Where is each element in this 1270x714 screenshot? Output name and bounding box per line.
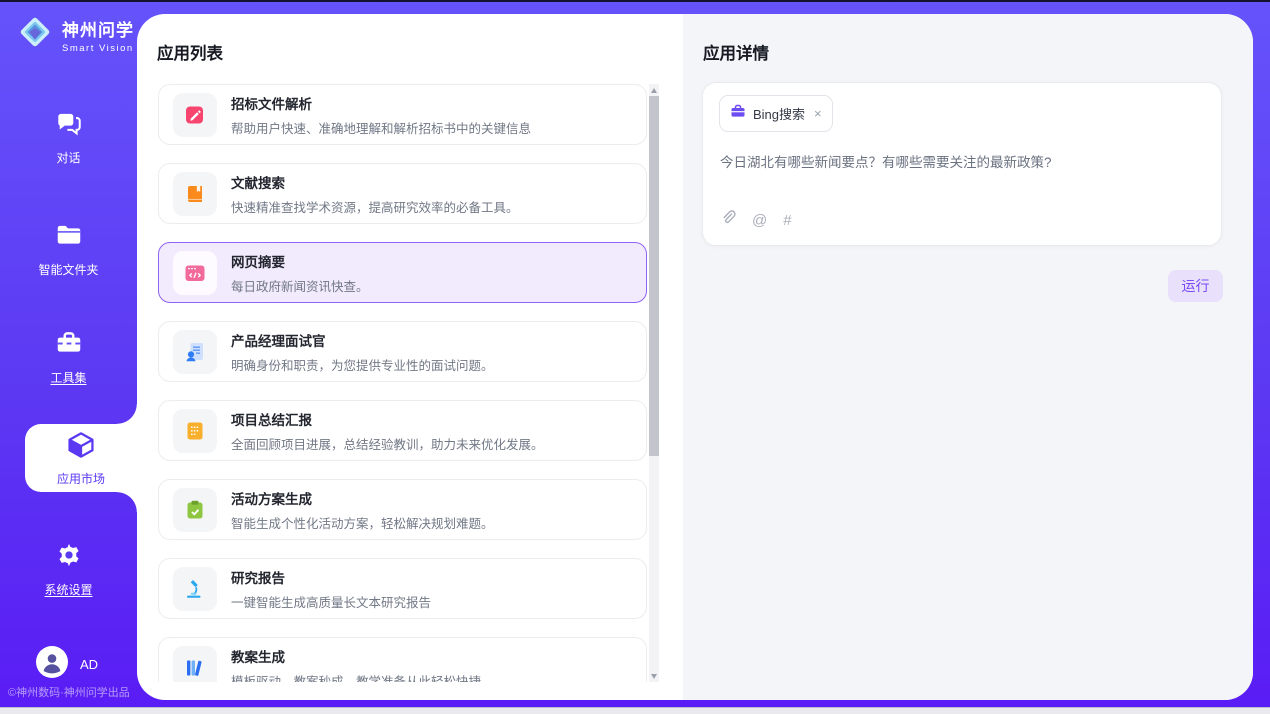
note-icon <box>173 409 217 453</box>
gear-icon <box>54 540 84 575</box>
app-card-literature-search[interactable]: 文献搜索 快速精准查找学术资源，提高研究效率的必备工具。 <box>158 163 647 224</box>
clipboard-check-icon <box>173 488 217 532</box>
active-item-notch-bottom <box>117 492 137 512</box>
chat-icon <box>54 108 84 143</box>
app-detail-panel: 应用详情 Bing搜索 × 今日湖北有哪些新闻要点？有哪些需要关注的最新政策? <box>683 14 1253 700</box>
app-card-title: 教案生成 <box>231 646 481 666</box>
sidebar-item-label: 智能文件夹 <box>38 261 98 278</box>
sidebar-item-label: 应用市场 <box>57 470 105 487</box>
scrollbar-thumb[interactable] <box>649 96 659 456</box>
app-card-desc: 明确身份和职责，为您提供专业性的面试问题。 <box>231 355 494 374</box>
toolbox-icon <box>54 328 84 363</box>
app-card-research-report[interactable]: 研究报告 一键智能生成高质量长文本研究报告 <box>158 558 647 619</box>
app-card-title: 网页摘要 <box>231 251 369 271</box>
app-card-title: 产品经理面试官 <box>231 330 494 350</box>
app-card-title: 文献搜索 <box>231 172 519 192</box>
query-composer[interactable]: Bing搜索 × 今日湖北有哪些新闻要点？有哪些需要关注的最新政策? @ # <box>702 82 1222 246</box>
app-card-title: 研究报告 <box>231 567 431 587</box>
brand-name: 神州问学 <box>62 16 134 41</box>
app-card-web-summary-selected[interactable]: 网页摘要 每日政府新闻资讯快查。 <box>158 242 647 303</box>
window-bottom-strip <box>0 707 1270 714</box>
app-card-desc: 帮助用户快速、准确地理解和解析招标书中的关键信息 <box>231 118 531 137</box>
window-top-edge <box>0 0 1270 2</box>
sidebar-item-label: 工具集 <box>50 369 86 386</box>
scroll-up-icon[interactable] <box>649 84 659 96</box>
user-name: AD <box>80 657 98 672</box>
sidebar-item-chat[interactable]: 对话 <box>0 108 137 166</box>
briefcase-icon <box>730 103 746 124</box>
composer-toolbar: @ # <box>720 209 792 231</box>
sidebar-item-smart-folder[interactable]: 智能文件夹 <box>0 220 137 278</box>
close-icon[interactable]: × <box>814 107 822 120</box>
books-icon <box>173 646 217 683</box>
app-card-desc: 快速精准查找学术资源，提高研究效率的必备工具。 <box>231 197 519 216</box>
tool-chip-bing-search[interactable]: Bing搜索 × <box>719 95 833 132</box>
sidebar-item-label: 系统设置 <box>44 581 92 598</box>
sidebar-item-toolset[interactable]: 工具集 <box>0 328 137 386</box>
run-button[interactable]: 运行 <box>1168 270 1223 302</box>
app-detail-title: 应用详情 <box>703 40 769 64</box>
sidebar-item-app-market-active[interactable]: 应用市场 <box>25 424 137 492</box>
app-card-title: 活动方案生成 <box>231 488 494 508</box>
copyright-footer: ©神州数码·神州问学出品 <box>8 684 130 700</box>
app-card-lesson-plan[interactable]: 教案生成 模板驱动，教案秒成，教学准备从此轻松快捷 <box>158 637 647 682</box>
user-account[interactable]: AD <box>36 646 98 683</box>
app-card-desc: 每日政府新闻资讯快查。 <box>231 276 369 295</box>
sidebar: 神州问学 Smart Vision 对话 智能文件夹 <box>0 0 137 707</box>
main-panel: 应用列表 招标文件解析 帮助用户快速、准确地理解和解析招标书中的关键信息 <box>137 14 1253 700</box>
app-card-title: 项目总结汇报 <box>231 409 544 429</box>
sidebar-item-settings[interactable]: 系统设置 <box>0 540 137 598</box>
app-card-desc: 模板驱动，教案秒成，教学准备从此轻松快捷 <box>231 671 481 683</box>
app-card-project-summary[interactable]: 项目总结汇报 全面回顾项目进展，总结经验教训，助力未来优化发展。 <box>158 400 647 461</box>
edit-document-icon <box>173 93 217 137</box>
paperclip-icon[interactable] <box>720 209 736 231</box>
app-card-desc: 一键智能生成高质量长文本研究报告 <box>231 592 431 611</box>
scroll-down-icon[interactable] <box>649 670 659 682</box>
app-list-title: 应用列表 <box>157 40 223 64</box>
tool-chip-label: Bing搜索 <box>753 104 805 123</box>
cube-icon <box>65 429 97 466</box>
interviewer-icon <box>173 330 217 374</box>
folder-icon <box>54 220 84 255</box>
microscope-icon <box>173 567 217 611</box>
brand-tagline: Smart Vision <box>62 43 134 54</box>
app-card-desc: 智能生成个性化活动方案，轻松解决规划难题。 <box>231 513 494 532</box>
book-icon <box>173 172 217 216</box>
browser-code-icon <box>173 251 217 295</box>
app-card-event-plan[interactable]: 活动方案生成 智能生成个性化活动方案，轻松解决规划难题。 <box>158 479 647 540</box>
app-card-bid-analysis[interactable]: 招标文件解析 帮助用户快速、准确地理解和解析招标书中的关键信息 <box>158 84 647 145</box>
brand-logo: 神州问学 Smart Vision <box>16 13 134 56</box>
app-list: 招标文件解析 帮助用户快速、准确地理解和解析招标书中的关键信息 文献搜索 快速精… <box>158 84 647 682</box>
brand-diamond-icon <box>16 13 54 56</box>
app-card-pm-interviewer[interactable]: 产品经理面试官 明确身份和职责，为您提供专业性的面试问题。 <box>158 321 647 382</box>
active-item-notch-top <box>117 404 137 424</box>
avatar <box>36 646 68 683</box>
app-card-title: 招标文件解析 <box>231 93 531 113</box>
hash-icon[interactable]: # <box>783 212 791 229</box>
app-card-desc: 全面回顾项目进展，总结经验教训，助力未来优化发展。 <box>231 434 544 453</box>
app-list-scrollbar[interactable] <box>649 84 659 682</box>
mention-at-icon[interactable]: @ <box>752 212 767 229</box>
query-input[interactable]: 今日湖北有哪些新闻要点？有哪些需要关注的最新政策? <box>720 151 1200 171</box>
sidebar-item-label: 对话 <box>56 149 80 166</box>
